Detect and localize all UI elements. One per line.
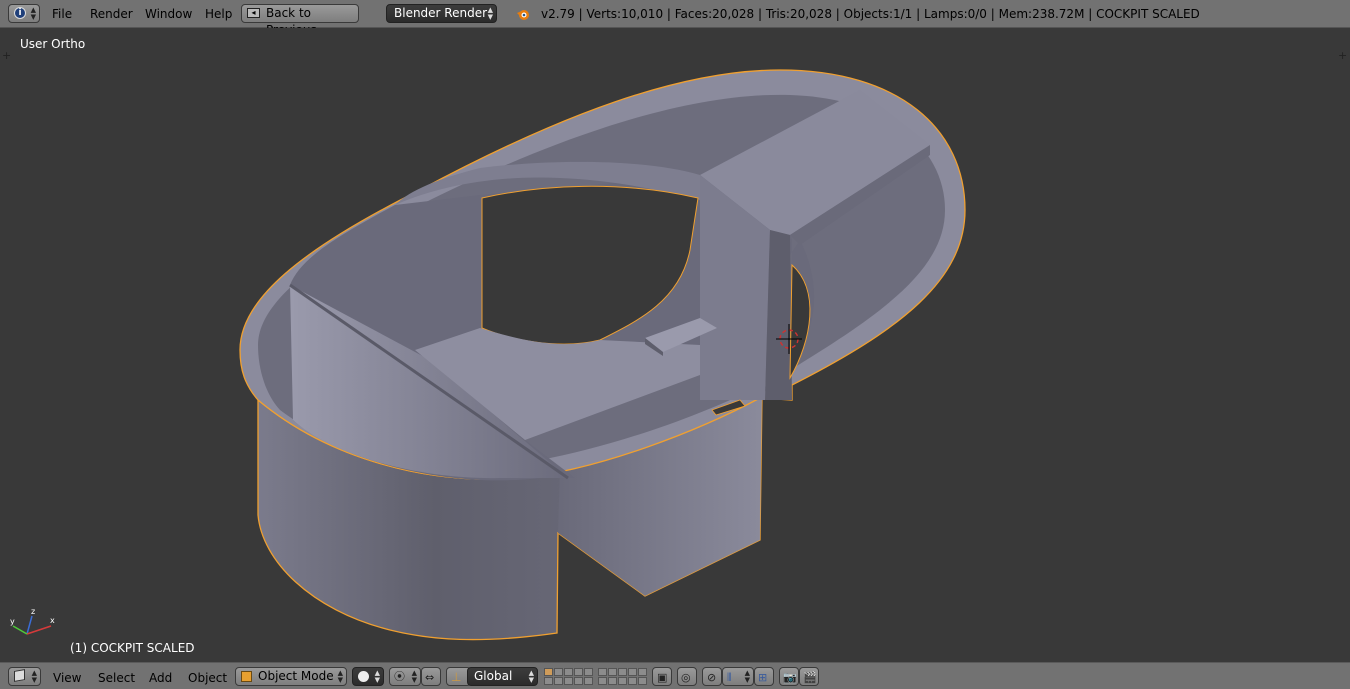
layer-5[interactable] xyxy=(584,668,593,676)
axis-gizmo-icon: z y x xyxy=(10,607,55,635)
layer-19[interactable] xyxy=(628,677,637,685)
viewport-shading-icon xyxy=(358,671,369,682)
lock-camera-button[interactable]: ▣ xyxy=(652,667,672,686)
render-opengl-button[interactable]: 📷 xyxy=(779,667,799,686)
chevron-updown-icon: ▲ ▼ xyxy=(31,669,37,684)
layer-6[interactable] xyxy=(598,668,607,676)
chevron-updown-icon: ▲ ▼ xyxy=(30,6,36,21)
render-icon: 📷 xyxy=(783,671,797,684)
snap-icon: ⊘ xyxy=(707,671,717,684)
layer-18[interactable] xyxy=(618,677,627,685)
object-mode-icon xyxy=(241,671,252,682)
active-object-label: (1) COCKPIT SCALED xyxy=(70,641,195,655)
editor-type-button[interactable]: i ▲ ▼ xyxy=(8,4,40,23)
layer-7[interactable] xyxy=(608,668,617,676)
svg-text:z: z xyxy=(31,607,35,616)
snap-toggle[interactable]: ⊘ xyxy=(702,667,722,686)
layer-9[interactable] xyxy=(628,668,637,676)
info-header: i ▲▼ File Render Window Help ◂ Back to P… xyxy=(0,0,1350,37)
info-icon: i xyxy=(14,7,26,19)
layer-14[interactable] xyxy=(574,677,583,685)
chevron-updown-icon: ▲ ▼ xyxy=(487,6,493,21)
layers-icon[interactable] xyxy=(598,668,647,685)
svg-text:y: y xyxy=(10,617,15,626)
blender-logo-icon xyxy=(516,7,530,21)
layer-15[interactable] xyxy=(584,677,593,685)
region-expand-right-icon[interactable]: + xyxy=(1338,50,1347,61)
menu-object[interactable]: Object xyxy=(188,671,227,685)
proportional-edit-button[interactable]: ◎ xyxy=(677,667,697,686)
editor-type-button[interactable]: ▲ ▼ xyxy=(8,667,41,686)
view-name-label: User Ortho xyxy=(20,37,86,51)
manipulator-toggle[interactable]: ⇔ xyxy=(421,667,441,686)
manipulator-icon: ⇔ xyxy=(425,671,435,684)
3d-view-header: ▲ ▼ View Select Add Object Object Mode ▲ ▼… xyxy=(0,662,1350,689)
layer-8[interactable] xyxy=(618,668,627,676)
menu-view[interactable]: View xyxy=(53,671,81,685)
pivot-point-select[interactable]: ⦿ ▲ ▼ xyxy=(389,667,421,686)
chevron-updown-icon: ▲ ▼ xyxy=(744,669,750,684)
menu-add[interactable]: Add xyxy=(149,671,172,685)
layer-13[interactable] xyxy=(564,677,573,685)
render-engine-select[interactable]: Blender Render ▲ ▼ xyxy=(386,4,497,23)
cockpit-mesh[interactable]: z y x xyxy=(0,28,1350,662)
chevron-updown-icon: ▲ ▼ xyxy=(411,669,417,684)
scene-statistics: v2.79 | Verts:10,010 | Faces:20,028 | Tr… xyxy=(541,7,1200,21)
layer-10[interactable] xyxy=(638,668,647,676)
mode-select[interactable]: Object Mode ▲ ▼ xyxy=(235,667,347,686)
chevron-updown-icon: ▲ ▼ xyxy=(337,669,343,684)
layer-17[interactable] xyxy=(608,677,617,685)
lock-camera-icon: ▣ xyxy=(657,671,668,684)
orientation-select[interactable]: Global ▲ ▼ xyxy=(467,667,538,686)
layer-11[interactable] xyxy=(544,677,553,685)
menu-help[interactable]: Help xyxy=(205,7,232,21)
svg-text:x: x xyxy=(50,616,55,625)
chevron-updown-icon: ▲ ▼ xyxy=(528,669,534,684)
render-animation-button[interactable]: 🎬 xyxy=(799,667,819,686)
viewport-shading-select[interactable]: ▲ ▼ xyxy=(352,667,384,686)
render-animation-icon: 🎬 xyxy=(803,671,817,684)
layers-icon[interactable] xyxy=(544,668,593,685)
region-expand-left-icon[interactable]: + xyxy=(2,50,11,61)
layer-20[interactable] xyxy=(638,677,647,685)
menu-select[interactable]: Select xyxy=(98,671,135,685)
orientation-value: Global xyxy=(474,669,513,683)
back-icon: ◂ xyxy=(247,8,260,18)
transform-orientation-icon: ⊥ xyxy=(451,670,462,684)
layer-12[interactable] xyxy=(554,677,563,685)
proportional-edit-icon: ◎ xyxy=(681,671,691,684)
snap-element-select[interactable]: ⫴ ▲ ▼ xyxy=(722,667,754,686)
cube-icon xyxy=(14,669,25,682)
mode-value: Object Mode xyxy=(258,669,334,683)
snap-target-icon: ⫴ xyxy=(727,671,732,684)
pivot-point-icon: ⦿ xyxy=(394,670,405,683)
chevron-updown-icon: ▲ ▼ xyxy=(374,669,380,684)
layer-1[interactable] xyxy=(544,668,553,676)
snap-target-icon: ⊞ xyxy=(758,671,768,684)
layer-3[interactable] xyxy=(564,668,573,676)
3d-viewport[interactable]: z y x User Ortho (1) COCKPIT SCALED + + xyxy=(0,28,1350,662)
layer-4[interactable] xyxy=(574,668,583,676)
render-engine-value: Blender Render xyxy=(394,6,488,20)
layer-16[interactable] xyxy=(598,677,607,685)
snap-target-button[interactable]: ⊞ xyxy=(754,667,774,686)
menu-window[interactable]: Window xyxy=(145,7,192,21)
back-to-previous-button[interactable]: ◂ Back to Previous xyxy=(241,4,359,37)
menu-file[interactable]: File xyxy=(52,7,72,21)
menu-render[interactable]: Render xyxy=(90,7,133,21)
layer-2[interactable] xyxy=(554,668,563,676)
